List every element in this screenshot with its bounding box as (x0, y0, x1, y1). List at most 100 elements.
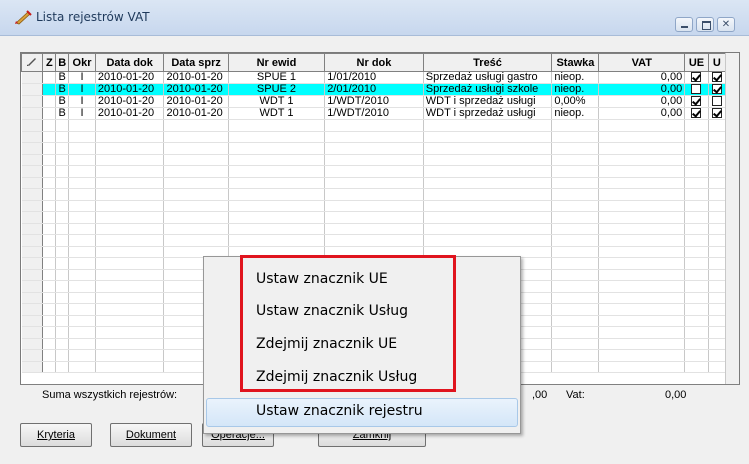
cell-vat: 0,00 (598, 71, 686, 84)
ue-checkbox[interactable] (691, 96, 702, 107)
cell-data-sprz: 2010-01-20 (163, 95, 229, 108)
grid-scroll-area[interactable] (725, 53, 739, 403)
empty-cell (423, 177, 553, 189)
empty-cell (708, 349, 727, 362)
empty-cell (551, 211, 600, 224)
close-button[interactable]: ✕ (717, 17, 735, 32)
menu-item-set-register[interactable]: Ustaw znacznik rejestru (256, 403, 423, 419)
empty-row[interactable] (21, 188, 727, 201)
empty-cell (324, 177, 424, 189)
table-row[interactable]: B I 2010-01-20 2010-01-20 SPUE 2 2/01/2010 Spr… (21, 83, 727, 96)
empty-cell (684, 269, 709, 281)
column-header-z[interactable]: Z (42, 53, 57, 72)
empty-cell (163, 165, 229, 178)
empty-cell (95, 211, 165, 224)
table-row[interactable]: B I 2010-01-20 2010-01-20 SPUE 1 1/01/2010 Spr… (21, 71, 727, 84)
empty-cell (55, 280, 70, 293)
row-selector[interactable] (21, 107, 44, 120)
u-checkbox[interactable] (711, 108, 722, 119)
row-selector[interactable] (21, 95, 44, 108)
empty-cell (598, 142, 686, 155)
dokument-button[interactable]: Dokument (110, 423, 192, 447)
empty-row[interactable] (21, 234, 727, 247)
empty-cell (68, 177, 96, 189)
empty-cell (55, 338, 70, 350)
table-row[interactable]: B I 2010-01-20 2010-01-20 WDT 1 1/WDT/2010 WDT… (21, 95, 727, 108)
empty-cell (684, 200, 709, 212)
column-header-data-dok[interactable]: Data dok (94, 53, 165, 72)
cell-data-dok: 2010-01-20 (95, 83, 165, 96)
empty-cell (42, 142, 57, 155)
empty-cell (598, 292, 686, 304)
u-checkbox[interactable] (711, 96, 722, 107)
empty-cell (423, 165, 553, 178)
empty-cell (684, 165, 709, 178)
column-header-b[interactable]: B (55, 53, 70, 72)
empty-row[interactable] (21, 119, 727, 132)
minimize-button[interactable] (675, 17, 693, 32)
u-checkbox[interactable] (711, 84, 722, 95)
empty-cell (551, 292, 600, 304)
column-header-stawka[interactable]: Stawka (551, 53, 600, 72)
empty-cell (228, 234, 326, 247)
empty-cell (55, 154, 70, 166)
empty-row[interactable] (21, 131, 727, 143)
empty-row[interactable] (21, 211, 727, 224)
ue-checkbox[interactable] (691, 72, 702, 83)
cell-nr-dok: 1/WDT/2010 (324, 95, 424, 108)
cell-okr: I (68, 83, 96, 96)
column-header-vat[interactable]: VAT (598, 53, 686, 72)
column-header-nr-dok[interactable]: Nr dok (324, 53, 424, 72)
cell-tresc: Sprzedaż usługi gastro (423, 71, 553, 84)
empty-cell (95, 280, 165, 293)
row-selector[interactable] (21, 83, 44, 96)
empty-cell (324, 234, 424, 247)
row-selector[interactable] (21, 71, 44, 84)
empty-cell (68, 269, 96, 281)
column-header-select[interactable] (20, 53, 44, 72)
empty-cell (324, 200, 424, 212)
ue-checkbox[interactable] (691, 84, 702, 95)
column-header-tresc[interactable]: Treść (422, 53, 553, 72)
empty-cell (708, 246, 727, 258)
column-header-data-sprz[interactable]: Data sprz (163, 53, 229, 72)
cell-b: B (55, 95, 70, 108)
empty-cell (95, 165, 165, 178)
empty-row[interactable] (21, 165, 727, 178)
column-header-okr[interactable]: Okr (68, 53, 96, 72)
empty-row[interactable] (21, 200, 727, 212)
empty-cell (228, 142, 326, 155)
empty-row[interactable] (21, 177, 727, 189)
empty-cell (68, 292, 96, 304)
window: Lista rejestrów VAT ✕ Z B Okr Data dok D… (0, 0, 749, 464)
empty-cell (423, 223, 553, 235)
empty-cell (598, 246, 686, 258)
empty-row[interactable] (21, 223, 727, 235)
cell-ue (684, 95, 709, 108)
empty-cell (551, 326, 600, 339)
empty-cell (598, 338, 686, 350)
kryteria-button[interactable]: Kryteria (20, 423, 92, 447)
maximize-button[interactable] (696, 17, 714, 32)
ue-checkbox[interactable] (691, 108, 702, 119)
row-selector (21, 315, 44, 327)
table-row[interactable]: B I 2010-01-20 2010-01-20 WDT 1 1/WDT/2010 WDT… (21, 107, 727, 120)
empty-cell (95, 349, 165, 362)
empty-cell (163, 211, 229, 224)
empty-cell (42, 200, 57, 212)
empty-cell (42, 338, 57, 350)
empty-cell (684, 177, 709, 189)
empty-cell (163, 234, 229, 247)
column-header-u[interactable]: U (707, 53, 727, 72)
empty-cell (95, 292, 165, 304)
column-header-nr-ewid[interactable]: Nr ewid (227, 53, 326, 72)
column-header-ue[interactable]: UE (684, 53, 709, 72)
summary-value: ,00 (532, 389, 548, 401)
empty-cell (708, 338, 727, 350)
cell-okr: I (68, 95, 96, 108)
empty-row[interactable] (21, 142, 727, 155)
u-checkbox[interactable] (711, 72, 722, 83)
empty-cell (423, 142, 553, 155)
empty-cell (95, 177, 165, 189)
empty-row[interactable] (21, 154, 727, 166)
